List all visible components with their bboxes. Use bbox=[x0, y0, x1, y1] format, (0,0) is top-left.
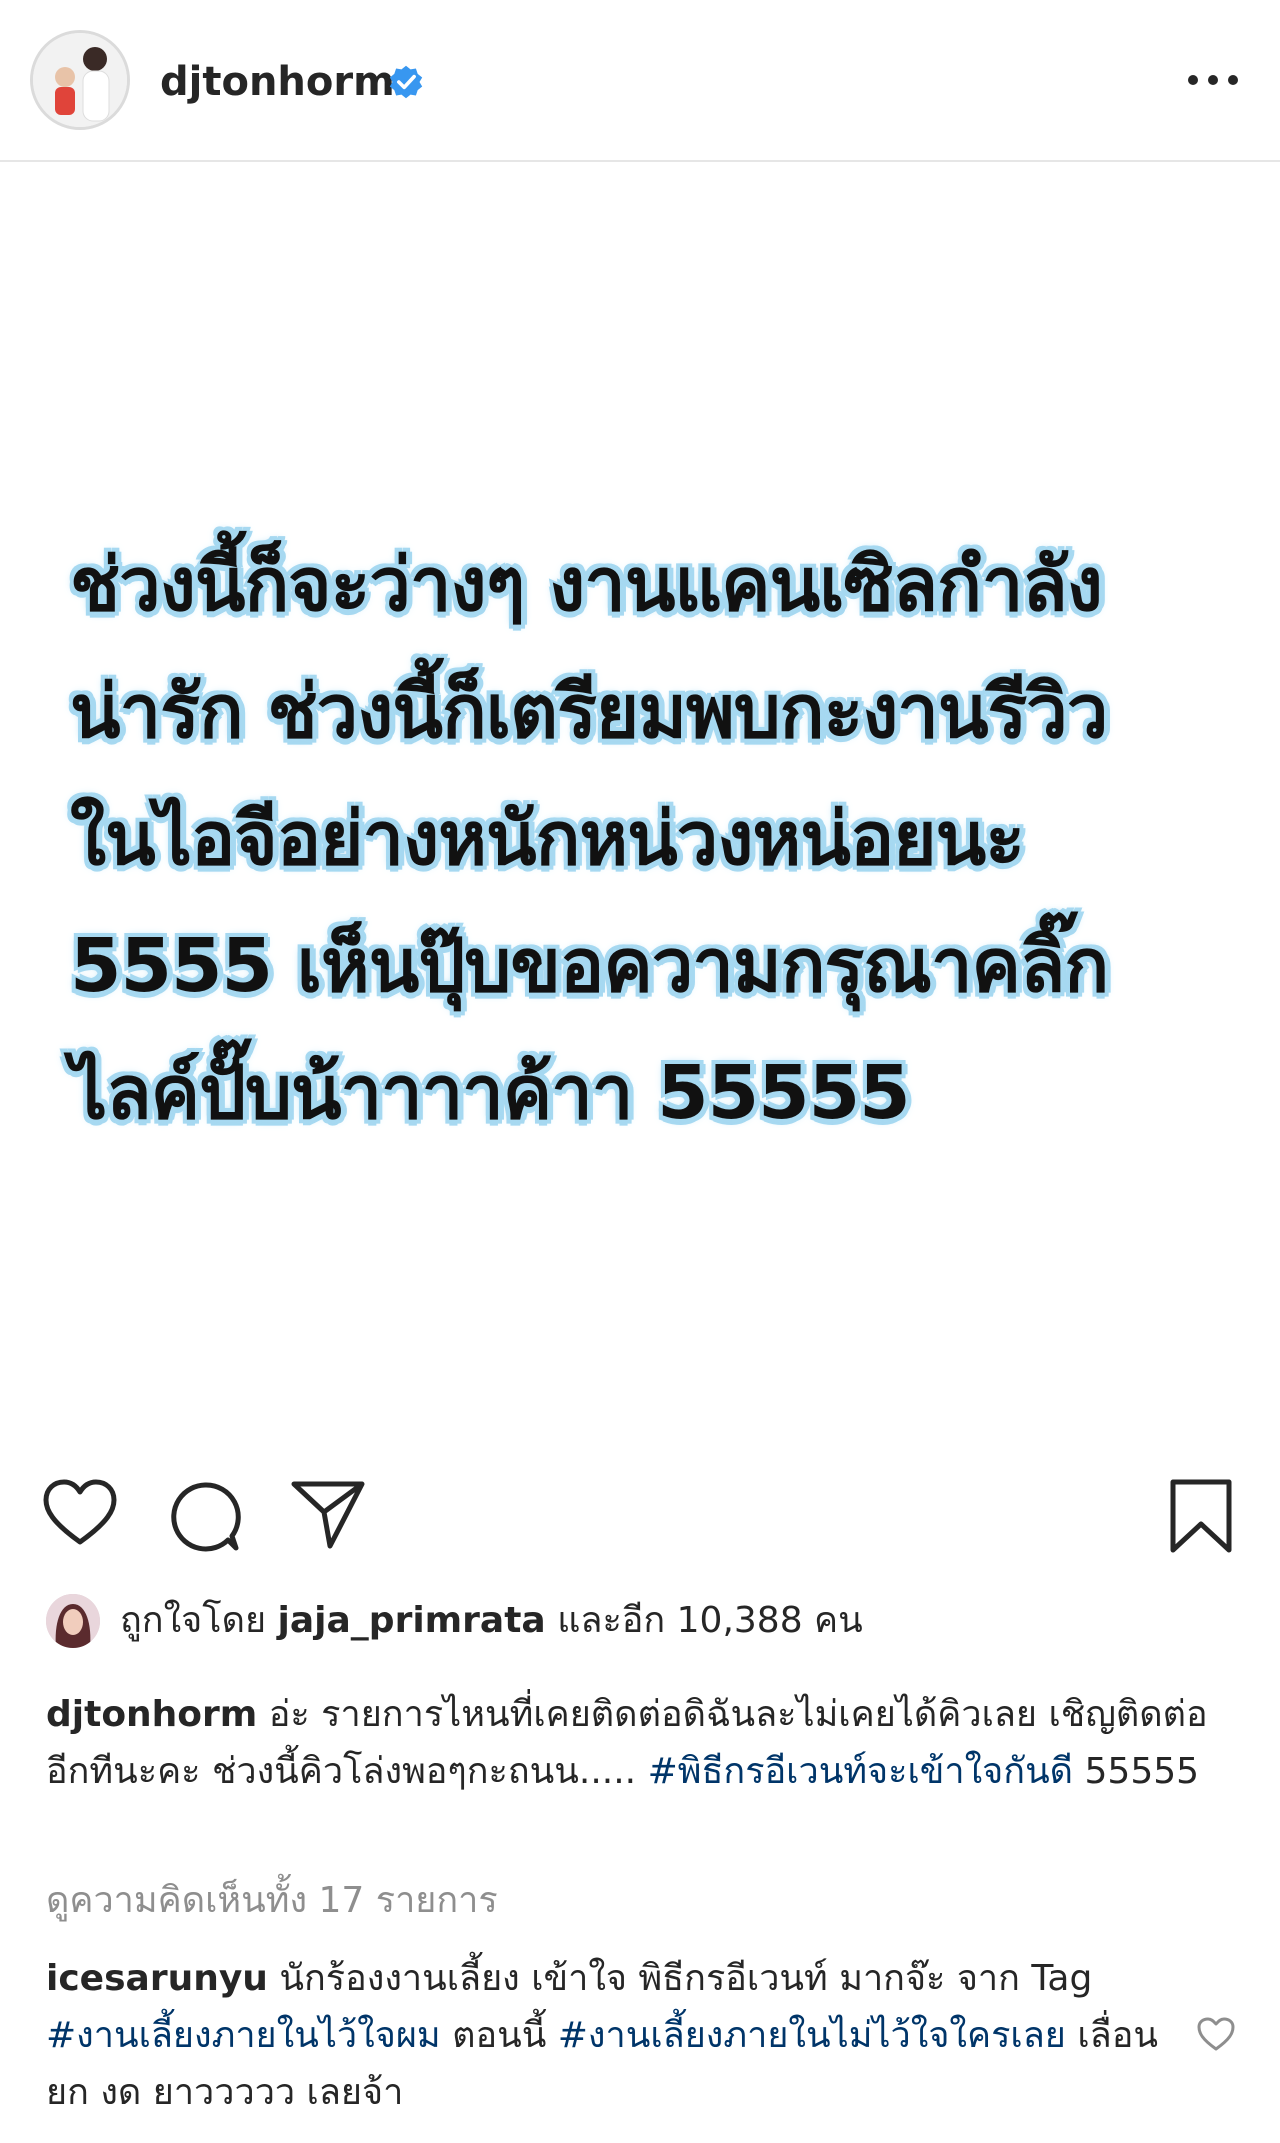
post-caption: djtonhorm อ่ะ รายการไหนที่เคยติดต่อดิฉัน… bbox=[46, 1686, 1246, 1800]
liker-avatar[interactable] bbox=[46, 1594, 100, 1648]
comment-hashtag-1[interactable]: #งานเลี้ยงภายในไว้ใจผม bbox=[46, 2015, 441, 2056]
post-image-text: ช่วงนี้ก็จะว่างๆ งานแคนเซิลกำลัง น่ารัก … bbox=[70, 522, 1230, 1157]
caption-hashtag[interactable]: #พิธีกรอีเวนท์จะเข้าใจกันดี bbox=[648, 1751, 1074, 1792]
post-text-line-4: 5555 เห็นปุ๊บขอความกรุณาคลิ๊ก bbox=[70, 923, 1109, 1009]
comment-icon[interactable] bbox=[168, 1480, 242, 1554]
likes-prefix: ถูกใจโดย bbox=[120, 1600, 267, 1641]
comment-text-2: ตอนนี้ bbox=[440, 2015, 558, 2056]
caption-tail: 55555 bbox=[1073, 1751, 1200, 1792]
comment-username[interactable]: icesarunyu bbox=[46, 1958, 268, 1999]
caption-username[interactable]: djtonhorm bbox=[46, 1694, 257, 1735]
comment-like-heart-icon[interactable] bbox=[1196, 2016, 1236, 2052]
post-image[interactable]: ช่วงนี้ก็จะว่างๆ งานแคนเซิลกำลัง น่ารัก … bbox=[0, 162, 1280, 1444]
bookmark-icon[interactable] bbox=[1168, 1478, 1234, 1554]
comment-hashtag-2[interactable]: #งานเลี้ยงภายในไม่ไว้ใจใครเลย bbox=[558, 2015, 1066, 2056]
post-text-line-5: ไลค์ปั๊บน้าาาาค้าา 55555 bbox=[70, 1050, 911, 1136]
likes-text: ถูกใจโดย jaja_primrata และอีก 10,388 คน bbox=[120, 1598, 863, 1644]
profile-avatar[interactable] bbox=[30, 30, 130, 130]
liker-username[interactable]: jaja_primrata bbox=[278, 1600, 546, 1641]
post-username[interactable]: djtonhorm bbox=[160, 54, 395, 110]
verified-badge-icon bbox=[389, 65, 423, 99]
more-options-icon[interactable] bbox=[1185, 68, 1241, 92]
post-text-line-2: น่ารัก ช่วงนี้ก็เตรียมพบกะงานรีวิว bbox=[70, 669, 1108, 755]
likes-count[interactable]: และอีก 10,388 คน bbox=[557, 1600, 863, 1641]
share-icon[interactable] bbox=[290, 1478, 366, 1550]
heart-icon[interactable] bbox=[42, 1478, 118, 1548]
comment-text-1: นักร้องงานเลี้ยง เข้าใจ พิธีกรอีเวนท์ มา… bbox=[267, 1958, 1093, 1999]
post-text-line-1: ช่วงนี้ก็จะว่างๆ งานแคนเซิลกำลัง bbox=[70, 542, 1103, 628]
view-all-comments-link[interactable]: ดูความคิดเห็นทั้ง 17 รายการ bbox=[46, 1876, 498, 1926]
post-text-line-3: ในไอจีอย่างหนักหน่วงหน่อยนะ bbox=[70, 796, 1025, 882]
post-header: djtonhorm bbox=[0, 0, 1280, 162]
comment-item: icesarunyu นักร้องงานเลี้ยง เข้าใจ พิธีก… bbox=[46, 1950, 1176, 2121]
